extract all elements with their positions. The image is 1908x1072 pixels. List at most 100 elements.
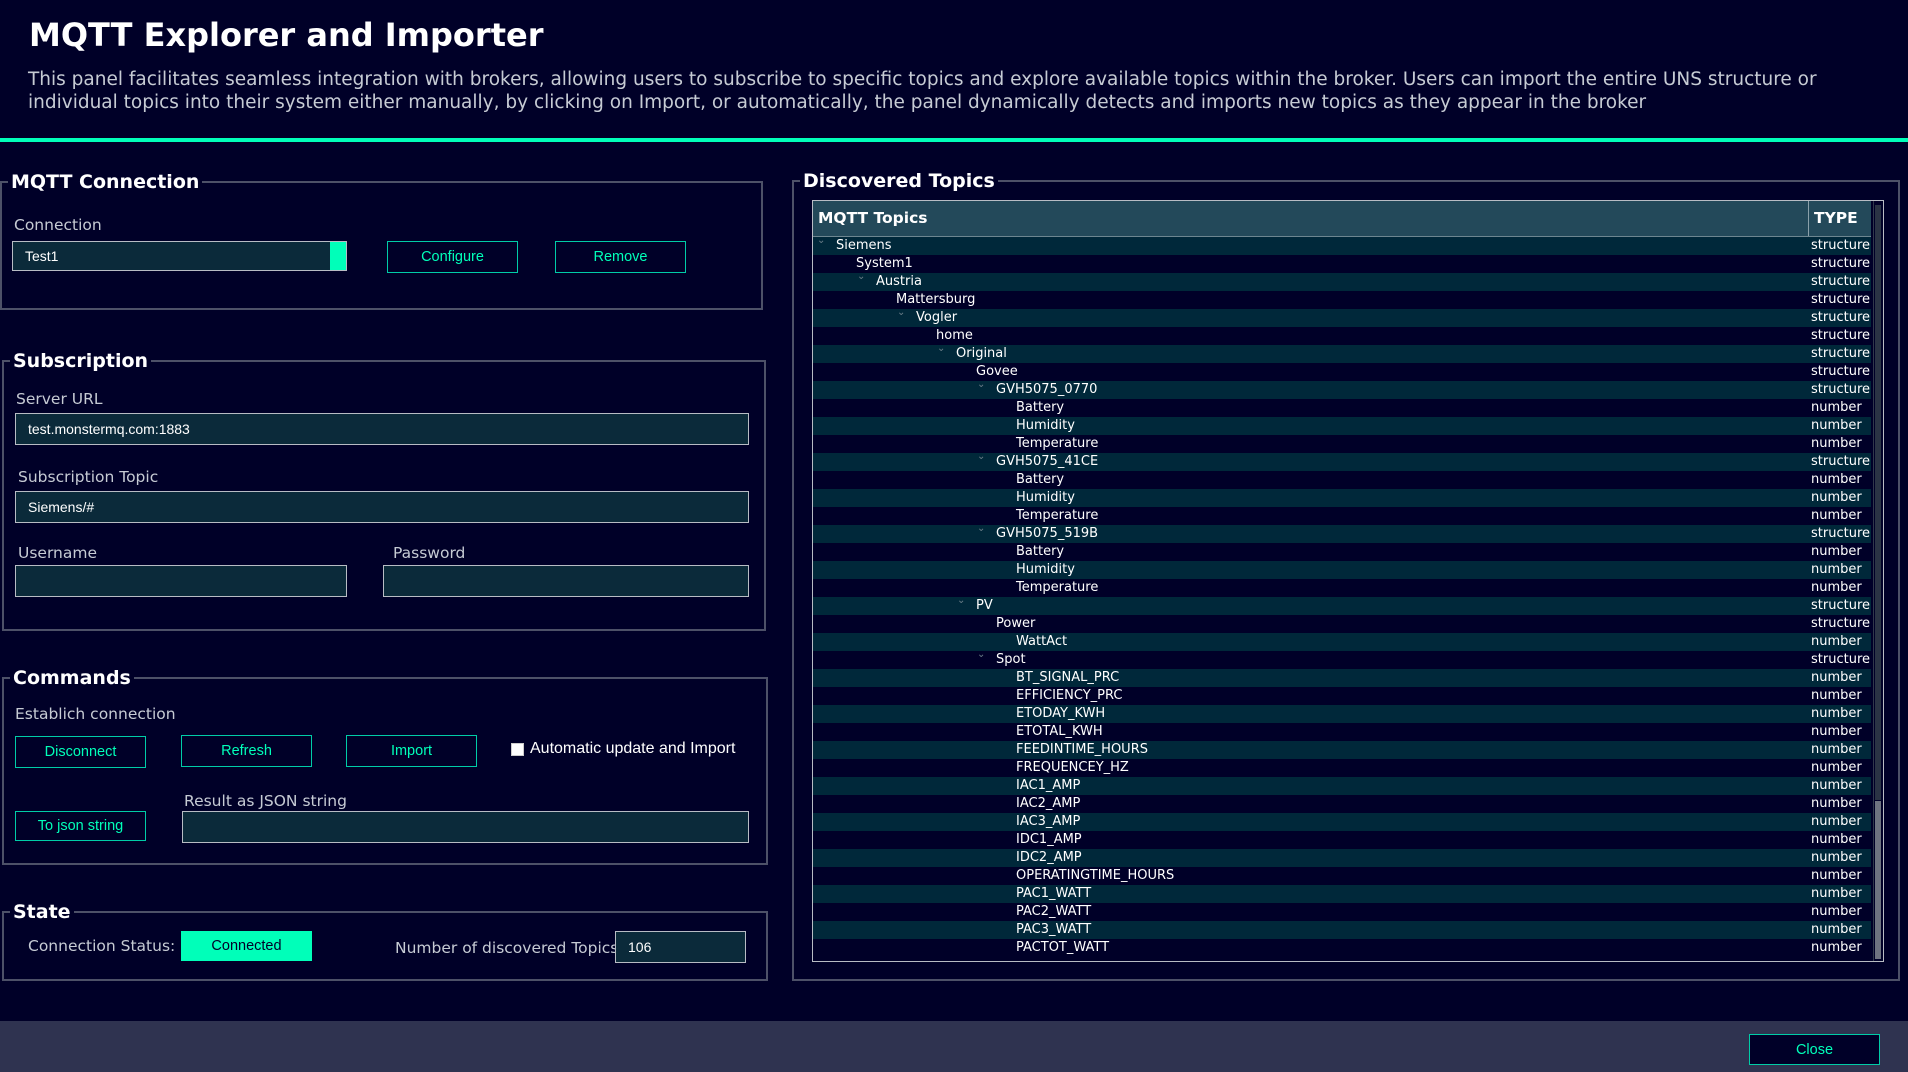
refresh-button[interactable]: Refresh — [181, 735, 312, 767]
configure-button[interactable]: Configure — [387, 241, 518, 273]
tree-row[interactable]: ⌄ Original structure — [813, 343, 1871, 363]
tree-row-name: Vogler — [916, 310, 958, 325]
connection-label: Connection — [14, 216, 102, 234]
tree-row-type: structure — [1811, 454, 1870, 469]
tree-row[interactable]: IDC2_AMP number — [813, 849, 1871, 867]
column-header-type[interactable]: TYPE — [1814, 201, 1858, 236]
tree-row[interactable]: Power structure — [813, 615, 1871, 633]
tree-row[interactable]: ETODAY_KWH number — [813, 705, 1871, 723]
connection-select[interactable]: Test1 — [12, 241, 347, 271]
close-button[interactable]: Close — [1749, 1034, 1880, 1065]
tree-row[interactable]: IAC1_AMP number — [813, 777, 1871, 795]
tree-row[interactable]: ⌄ GVH5075_519B structure — [813, 523, 1871, 543]
remove-button[interactable]: Remove — [555, 241, 686, 273]
chevron-down-icon[interactable]: ⌄ — [977, 376, 985, 394]
connection-status-badge: Connected — [181, 931, 312, 961]
tree-row[interactable]: Battery number — [813, 543, 1871, 561]
tree-row[interactable]: FREQUENCEY_HZ number — [813, 759, 1871, 777]
tree-row[interactable]: IAC2_AMP number — [813, 795, 1871, 813]
auto-update-label: Automatic update and Import — [530, 740, 736, 757]
tree-row[interactable]: BT_SIGNAL_PRC number — [813, 669, 1871, 687]
tree-row-type: number — [1811, 472, 1862, 487]
tree-row-type: number — [1811, 778, 1862, 793]
tree-row[interactable]: Battery number — [813, 471, 1871, 489]
tree-row-type: number — [1811, 904, 1862, 919]
tree-row-name: Humidity — [1016, 490, 1075, 505]
tree-row-name: IAC3_AMP — [1016, 814, 1081, 829]
tree-row-type: structure — [1811, 526, 1870, 541]
tree-row-type: number — [1811, 922, 1862, 937]
tree-row[interactable]: WattAct number — [813, 633, 1871, 651]
tree-row[interactable]: PAC2_WATT number — [813, 903, 1871, 921]
tree-row[interactable]: home structure — [813, 327, 1871, 345]
tree-row[interactable]: EFFICIENCY_PRC number — [813, 687, 1871, 705]
disconnect-button[interactable]: Disconnect — [15, 736, 146, 768]
chevron-down-icon[interactable]: ⌄ — [977, 646, 985, 664]
tree-row-name: FEEDINTIME_HOURS — [1016, 742, 1148, 757]
tree-row[interactable]: Humidity number — [813, 417, 1871, 435]
tree-row[interactable]: Mattersburg structure — [813, 291, 1871, 309]
tree-row[interactable]: PAC1_WATT number — [813, 885, 1871, 903]
import-button[interactable]: Import — [346, 735, 477, 767]
tree-row[interactable]: ⌄ Austria structure — [813, 271, 1871, 291]
tree-row[interactable]: IAC3_AMP number — [813, 813, 1871, 831]
discovered-topics-label: Number of discovered Topics: — [395, 939, 624, 957]
tree-row[interactable]: Temperature number — [813, 579, 1871, 597]
tree-row-type: number — [1811, 868, 1862, 883]
dropdown-handle-icon[interactable] — [330, 242, 346, 270]
tree-row[interactable]: ⌄ Vogler structure — [813, 307, 1871, 327]
chevron-down-icon[interactable]: ⌄ — [937, 340, 945, 358]
tree-row-type: number — [1811, 796, 1862, 811]
tree-row[interactable]: ETOTAL_KWH number — [813, 723, 1871, 741]
tree-row-name: Temperature — [1016, 508, 1099, 523]
tree-row-type: structure — [1811, 652, 1870, 667]
tree-row[interactable]: Temperature number — [813, 435, 1871, 453]
tree-row[interactable]: Temperature number — [813, 507, 1871, 525]
chevron-down-icon[interactable]: ⌄ — [957, 592, 965, 610]
tree-row[interactable]: FEEDINTIME_HOURS number — [813, 741, 1871, 759]
tree-row-name: WattAct — [1016, 634, 1068, 649]
result-json-field[interactable] — [182, 811, 749, 843]
chevron-down-icon[interactable]: ⌄ — [897, 304, 905, 322]
tree-row[interactable]: IDC1_AMP number — [813, 831, 1871, 849]
column-header-topics[interactable]: MQTT Topics — [818, 201, 927, 236]
chevron-down-icon[interactable]: ⌄ — [857, 268, 865, 286]
server-url-input[interactable]: test.monstermq.com:1883 — [15, 413, 749, 445]
tree-row-name: ETOTAL_KWH — [1016, 724, 1103, 739]
tree-row[interactable]: Humidity number — [813, 561, 1871, 579]
tree-row[interactable]: ⌄ GVH5075_0770 structure — [813, 379, 1871, 399]
state-legend: State — [13, 901, 71, 923]
tree-row[interactable]: ⌄ Siemens structure — [813, 235, 1871, 255]
tree-row[interactable]: ⌄ PV structure — [813, 595, 1871, 615]
tree-rows: ⌄ Siemens structure System1 structure ⌄ Austri… — [813, 235, 1871, 957]
chevron-down-icon[interactable]: ⌄ — [977, 520, 985, 538]
tree-row-name: Mattersburg — [896, 292, 976, 307]
tree-row[interactable]: Humidity number — [813, 489, 1871, 507]
tree-row[interactable]: ⌄ GVH5075_41CE structure — [813, 451, 1871, 471]
topics-tree[interactable]: MQTT Topics TYPE ⌄ Siemens structure System… — [812, 200, 1884, 962]
scrollbar-track[interactable] — [1875, 205, 1881, 800]
column-divider[interactable] — [1808, 201, 1809, 236]
subscription-topic-input[interactable]: Siemens/# — [15, 491, 749, 523]
scrollbar-thumb[interactable] — [1875, 801, 1881, 959]
tree-row[interactable]: PACTOT_WATT number — [813, 939, 1871, 957]
tree-row-name: PAC1_WATT — [1016, 886, 1092, 901]
commands-legend: Commands — [13, 667, 131, 689]
tree-row[interactable]: System1 structure — [813, 255, 1871, 273]
chevron-down-icon[interactable]: ⌄ — [977, 448, 985, 466]
password-input[interactable] — [383, 565, 749, 597]
tree-row-type: structure — [1811, 598, 1870, 613]
username-input[interactable] — [15, 565, 347, 597]
tree-row-name: Spot — [996, 652, 1026, 667]
tree-row[interactable]: PAC3_WATT number — [813, 921, 1871, 939]
tree-row[interactable]: Govee structure — [813, 363, 1871, 381]
tree-row-type: number — [1811, 544, 1862, 559]
tree-row[interactable]: Battery number — [813, 399, 1871, 417]
tree-row[interactable]: ⌄ Spot structure — [813, 649, 1871, 669]
auto-update-checkbox[interactable]: Automatic update and Import — [511, 740, 735, 758]
checkbox-box-icon[interactable] — [511, 742, 524, 756]
tree-row-type: structure — [1811, 238, 1870, 253]
tree-row[interactable]: OPERATINGTIME_HOURS number — [813, 867, 1871, 885]
chevron-down-icon[interactable]: ⌄ — [817, 232, 825, 250]
to-json-button[interactable]: To json string — [15, 811, 146, 841]
